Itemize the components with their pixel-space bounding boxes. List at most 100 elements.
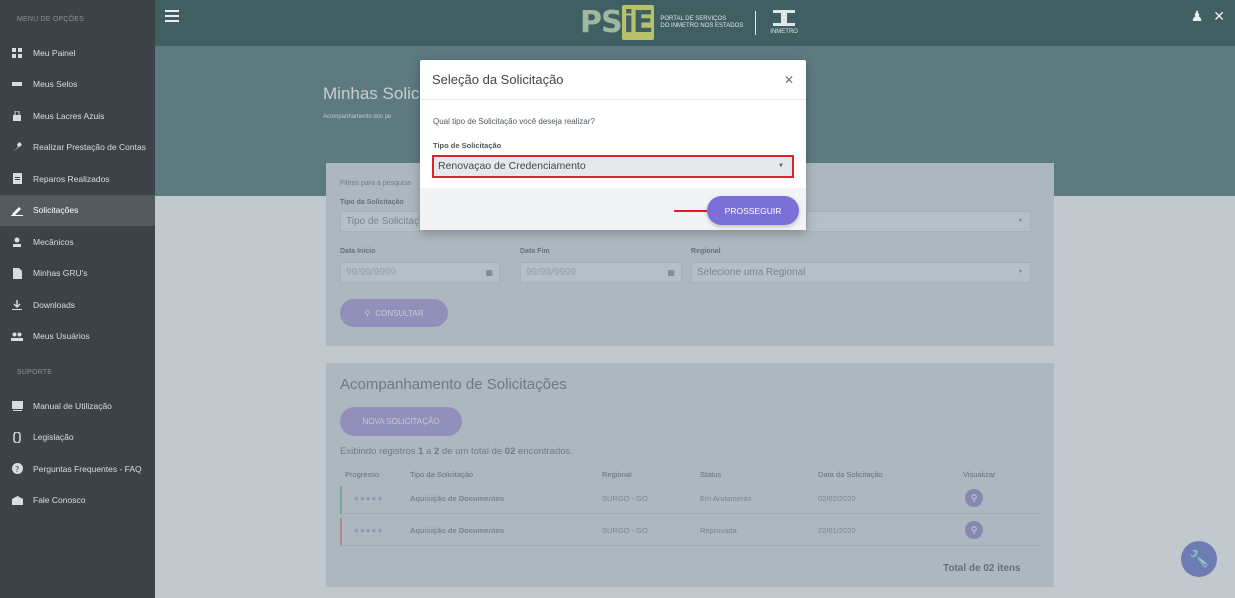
tipo-select[interactable]: Tipo de Solicitaç: [340, 211, 420, 232]
regional-label: Regional: [691, 248, 721, 255]
svg-text:?: ?: [15, 465, 19, 474]
close-icon[interactable]: ✕: [1213, 8, 1225, 25]
sidebar-item-label: Meus Selos: [33, 79, 78, 90]
view-button[interactable]: ⚲: [965, 521, 983, 539]
sidebar-item-meus-usuarios[interactable]: Meus Usuários: [0, 321, 155, 353]
total-items: Total de 02 itens: [943, 563, 1021, 574]
regional-select-value: Selecione uma Regional: [697, 267, 806, 278]
data-inicio-input[interactable]: 99/99/9999 ▦: [340, 262, 500, 283]
modal-title: Seleção da Solicitação: [432, 72, 564, 87]
col-progresso: Progresso: [345, 470, 380, 479]
col-regional: Regional: [602, 470, 632, 479]
consult-button[interactable]: ⚲ CONSULTAR: [340, 299, 448, 327]
table-row[interactable]: ●●●●● Aquisição de Documentos SURGO - GO…: [340, 486, 1040, 514]
sidebar: MENU DE OPÇÕES Meu Painel Meus Selos Meu…: [0, 0, 155, 598]
search-icon: ⚲: [970, 524, 978, 535]
proceed-button[interactable]: PROSSEGUIR: [707, 196, 799, 225]
sidebar-menu-heading: MENU DE OPÇÕES: [17, 16, 84, 23]
sidebar-item-manual[interactable]: Manual de Utilização: [0, 390, 155, 422]
sidebar-item-label: Meus Lacres Azuis: [33, 110, 105, 121]
cell-data: 02/02/2020: [818, 494, 856, 503]
cell-data: 22/01/2020: [818, 526, 856, 535]
sidebar-support-heading: SUPORTE: [17, 369, 53, 376]
progress-dots: ●●●●●: [354, 494, 384, 503]
data-fim-label: Data Fim: [520, 248, 550, 255]
request-selection-modal: Seleção da Solicitação ✕ Qual tipo de So…: [420, 60, 806, 230]
user-icon[interactable]: ♟: [1191, 8, 1204, 25]
sidebar-item-legislacao[interactable]: Legislação: [0, 422, 155, 454]
view-button[interactable]: ⚲: [965, 489, 983, 507]
modal-question: Qual tipo de Solicitação você deseja rea…: [433, 117, 595, 126]
status-select[interactable]: ▾: [806, 211, 1031, 232]
sidebar-item-meus-selos[interactable]: Meus Selos: [0, 69, 155, 101]
data-inicio-placeholder: 99/99/9999: [346, 267, 397, 278]
cell-regional: SURGO - GO: [602, 526, 648, 535]
col-visualizar: Visualizar: [963, 470, 996, 479]
seal-icon: [11, 78, 23, 90]
psie-logo: PSiE: [580, 5, 655, 40]
dashboard-icon: [11, 47, 23, 59]
sidebar-item-meu-painel[interactable]: Meu Painel: [0, 37, 155, 69]
sidebar-item-label: Solicitações: [33, 205, 79, 216]
sidebar-item-label: Reparos Realizados: [33, 173, 110, 184]
search-icon: ⚲: [970, 492, 978, 503]
data-inicio-label: Data Início: [340, 248, 376, 255]
data-fim-input[interactable]: 99/99/9999 ▦: [520, 262, 682, 283]
col-tipo: Tipo da Solicitação: [410, 470, 474, 479]
status-indicator: [340, 518, 342, 546]
logo-subtitle-1: PORTAL DE SERVIÇOS: [660, 16, 727, 22]
request-type-select[interactable]: Renovaçao de Credenciamento ▼: [432, 155, 794, 178]
sidebar-item-label: Meus Usuários: [33, 331, 90, 342]
table-row[interactable]: ●●●●● Aquisição de Documentos SURGO - GO…: [340, 518, 1040, 546]
sidebar-item-label: Fale Conosco: [33, 495, 86, 506]
document-icon: [11, 267, 23, 279]
page-subtitle: Acompanhamento dos pe: [323, 114, 392, 120]
new-request-button[interactable]: NOVA SOLICITAÇÃO: [340, 407, 462, 436]
page-title: Minhas Solici: [323, 84, 424, 103]
cell-status: Em Andamento: [700, 494, 752, 503]
calendar-icon[interactable]: ▦: [485, 263, 493, 282]
menu-toggle-icon[interactable]: [165, 10, 179, 22]
sidebar-item-reparos[interactable]: Reparos Realizados: [0, 163, 155, 195]
filters-heading: Filtros para a pesquisa: [340, 180, 411, 187]
col-data: Data da Solicitação: [818, 470, 883, 479]
sidebar-item-label: Realizar Prestação de Contas: [33, 142, 146, 153]
logo-subtitle-2: DO INMETRO NOS ESTADOS: [660, 23, 744, 29]
cell-tipo: Aquisição de Documentos: [410, 526, 505, 535]
sidebar-item-mecanicos[interactable]: Mecânicos: [0, 226, 155, 258]
support-fab[interactable]: 🔧: [1181, 541, 1217, 577]
sidebar-item-prestacao-contas[interactable]: Realizar Prestação de Contas: [0, 132, 155, 164]
mail-icon: [11, 494, 23, 506]
tipo-label: Tipo da Solicitação: [340, 199, 404, 206]
lock-icon: [11, 110, 23, 122]
regional-select[interactable]: Selecione uma Regional ▾: [691, 262, 1031, 283]
user-icon: [11, 236, 23, 248]
wrench-icon: 🔧: [1189, 551, 1209, 568]
progress-dots: ●●●●●: [354, 526, 384, 535]
brand-divider: [755, 11, 757, 35]
cell-regional: SURGO - GO: [602, 494, 648, 503]
records-summary: Exibindo registros 1 a 2 de um total de …: [340, 446, 573, 457]
sidebar-item-label: Manual de Utilização: [33, 400, 112, 411]
sidebar-item-fale-conosco[interactable]: Fale Conosco: [0, 485, 155, 517]
close-icon[interactable]: ✕: [784, 73, 794, 87]
calendar-icon[interactable]: ▦: [667, 263, 675, 282]
sidebar-item-label: Downloads: [33, 299, 76, 310]
book-icon: [11, 400, 23, 412]
help-icon: ?: [11, 463, 23, 475]
file-icon: [11, 173, 23, 185]
col-status: Status: [700, 470, 722, 479]
sidebar-item-minhas-grus[interactable]: Minhas GRU's: [0, 258, 155, 290]
sidebar-item-meus-lacres-azuis[interactable]: Meus Lacres Azuis: [0, 100, 155, 132]
data-fim-placeholder: 99/99/9999: [526, 267, 577, 278]
consult-button-label: CONSULTAR: [375, 308, 424, 318]
inmetro-logo: INMETRO: [770, 10, 798, 36]
sidebar-item-label: Minhas GRU's: [33, 268, 88, 279]
edit-icon: [11, 204, 23, 216]
modal-select-label: Tipo de Solicitação: [433, 141, 502, 150]
sidebar-item-solicitacoes[interactable]: Solicitações: [0, 194, 155, 226]
wrench-icon: [11, 141, 23, 153]
sidebar-item-downloads[interactable]: Downloads: [0, 289, 155, 321]
sidebar-item-faq[interactable]: ? Perguntas Frequentes - FAQ: [0, 453, 155, 485]
top-bar: PSiE PORTAL DE SERVIÇOS DO INMETRO NOS E…: [155, 0, 1235, 46]
